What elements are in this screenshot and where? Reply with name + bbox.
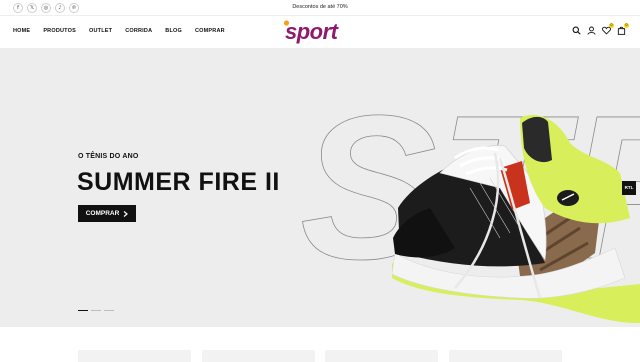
wishlist-count-badge: 0 xyxy=(609,23,614,28)
slide-dot-1[interactable] xyxy=(78,310,88,311)
sport-logo-graphic: sport xyxy=(283,19,340,44)
nav-item-outlet[interactable]: OUTLET xyxy=(89,28,112,34)
category-card[interactable] xyxy=(78,350,191,362)
hero-banner: STR xyxy=(0,48,640,327)
cart-count-badge: 0 xyxy=(624,23,629,28)
slider-pagination xyxy=(78,310,114,311)
hero-subtitle: O TÊNIS DO ANO xyxy=(78,153,139,160)
hero-button-label: COMPRAR xyxy=(85,210,120,217)
nav-item-home[interactable]: HOME xyxy=(13,28,30,34)
slide-dot-3[interactable] xyxy=(104,310,114,311)
slide-dot-2[interactable] xyxy=(91,310,101,311)
wishlist-button[interactable]: 0 xyxy=(602,23,614,35)
nav-item-blog[interactable]: BLOG xyxy=(165,28,182,34)
brand-logo[interactable]: sport xyxy=(283,16,359,46)
rtl-toggle-button[interactable]: RTL xyxy=(622,181,636,195)
nav-item-corrida[interactable]: CORRIDA xyxy=(125,28,152,34)
hero-title: SUMMER FIRE II xyxy=(77,168,280,196)
nav-item-produtos[interactable]: PRODUTOS xyxy=(43,28,76,34)
chevron-right-icon xyxy=(123,210,129,217)
category-card[interactable] xyxy=(325,350,438,362)
site-header: HOME PRODUTOS OUTLET CORRIDA BLOG COMPRA… xyxy=(0,16,640,48)
hero-shop-button[interactable]: COMPRAR xyxy=(78,205,136,222)
nav-item-comprar[interactable]: COMPRAR xyxy=(195,28,225,34)
category-card[interactable] xyxy=(449,350,562,362)
logo-wordmark: sport xyxy=(285,19,340,44)
announcement-bar: f 𝕏 ◎ ♪ ℗ Descontos de até 70% xyxy=(0,0,640,16)
header-actions: 0 0 xyxy=(572,23,629,35)
cart-button[interactable]: 0 xyxy=(617,23,629,35)
user-icon[interactable] xyxy=(587,26,596,35)
announcement-text: Descontos de até 70% xyxy=(292,4,348,10)
category-cards-section xyxy=(0,327,640,362)
category-card[interactable] xyxy=(202,350,315,362)
main-nav: HOME PRODUTOS OUTLET CORRIDA BLOG COMPRA… xyxy=(13,28,225,34)
search-icon[interactable] xyxy=(572,26,581,35)
